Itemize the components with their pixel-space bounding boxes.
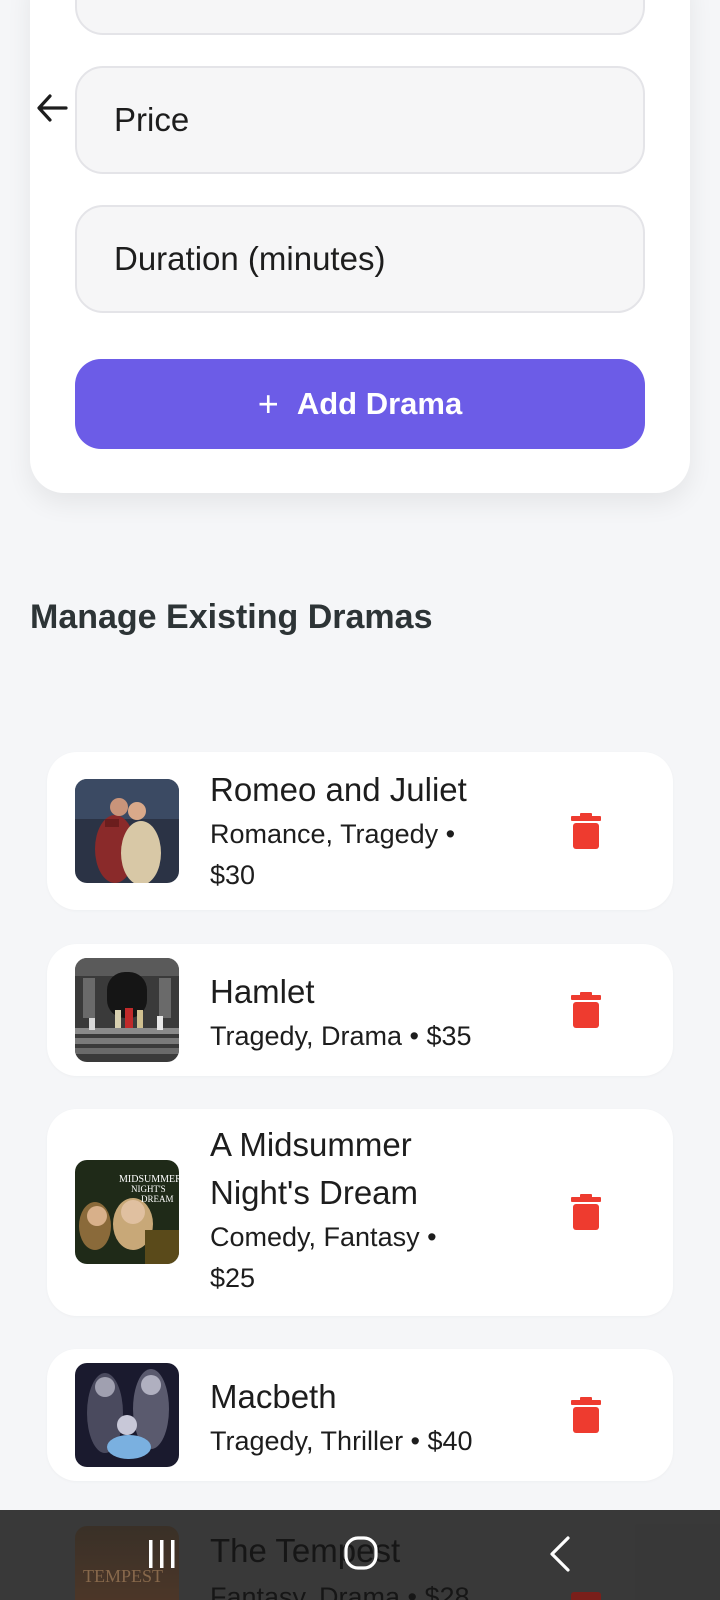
delete-icon[interactable] <box>571 1194 601 1230</box>
drama-title: A Midsummer <box>210 1126 412 1163</box>
drama-card-midsummer[interactable]: MIDSUMMER NIGHT'S DREAM A Midsummer Nigh… <box>47 1109 673 1316</box>
section-title: Manage Existing Dramas <box>30 598 433 636</box>
drama-thumbnail <box>75 779 179 883</box>
delete-icon[interactable] <box>571 992 601 1028</box>
back-arrow-icon[interactable] <box>34 90 70 126</box>
drama-card-hamlet[interactable]: Hamlet Tragedy, Drama • $35 <box>47 944 673 1076</box>
recent-apps-icon[interactable] <box>138 1530 188 1580</box>
drama-thumbnail <box>75 1363 179 1467</box>
drama-title: Macbeth <box>210 1378 337 1415</box>
drama-meta: Tragedy, Drama • $35 <box>210 1021 472 1051</box>
thumb-text: DREAM <box>141 1194 174 1204</box>
thumb-text: NIGHT'S <box>131 1184 166 1194</box>
drama-card-romeo-and-juliet[interactable]: Romeo and Juliet Romance, Tragedy • $30 <box>47 752 673 910</box>
delete-icon[interactable] <box>571 1397 601 1433</box>
drama-thumbnail <box>75 958 179 1062</box>
back-nav-icon[interactable] <box>542 1530 592 1580</box>
duration-placeholder: Duration (minutes) <box>114 240 386 277</box>
drama-meta: Romance, Tragedy • <box>210 819 456 849</box>
drama-title: Hamlet <box>210 973 315 1010</box>
delete-icon[interactable] <box>571 813 601 849</box>
add-drama-label: Add Drama <box>296 386 463 421</box>
add-drama-button[interactable]: + Add Drama <box>75 359 645 449</box>
drama-title-line2: Night's Dream <box>210 1174 419 1211</box>
drama-meta: Tragedy, Thriller • $40 <box>210 1426 473 1456</box>
previous-form-field[interactable] <box>75 0 645 35</box>
drama-card-macbeth[interactable]: Macbeth Tragedy, Thriller • $40 <box>47 1349 673 1481</box>
duration-input[interactable]: Duration (minutes) <box>75 205 645 313</box>
drama-meta: Comedy, Fantasy • <box>210 1222 437 1252</box>
plus-icon: + <box>257 383 279 424</box>
drama-price: $25 <box>210 1263 256 1293</box>
price-input[interactable]: Price <box>75 66 645 174</box>
drama-meta: Fantasy, Drama • $28 <box>210 1582 470 1600</box>
delete-icon[interactable] <box>571 1592 601 1600</box>
drama-price: $30 <box>210 860 256 890</box>
price-placeholder: Price <box>114 101 190 138</box>
drama-thumbnail: MIDSUMMER NIGHT'S DREAM <box>75 1160 179 1264</box>
drama-title: Romeo and Juliet <box>210 771 467 808</box>
home-icon[interactable] <box>336 1530 386 1580</box>
